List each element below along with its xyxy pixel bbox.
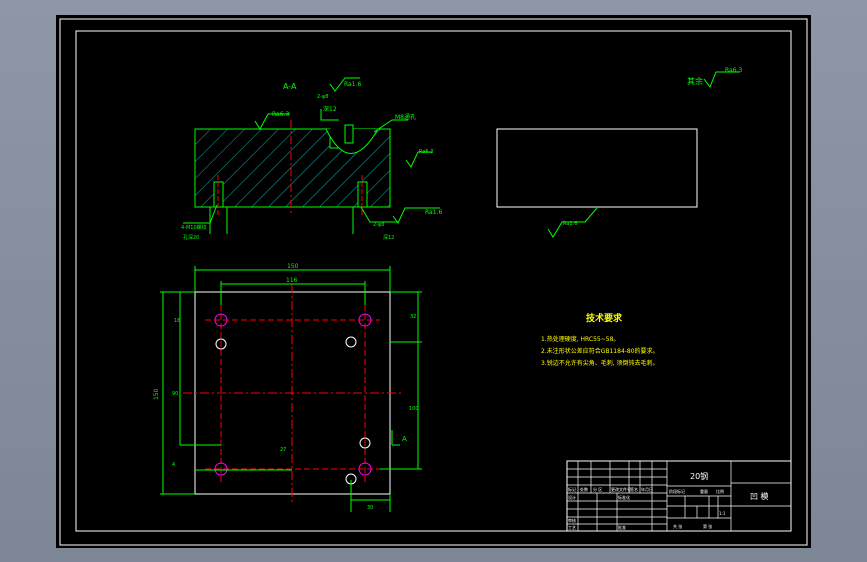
tb-signature: 签名 xyxy=(630,486,638,492)
dim-left-top: 16 xyxy=(174,318,180,324)
bolt-depth-note: 孔深20 xyxy=(183,234,199,241)
tech-req-title: 技术要求 xyxy=(586,312,623,324)
tb-review: 审核 xyxy=(568,517,576,523)
counterbore-depth-note: 深12 xyxy=(383,234,394,241)
cad-drawing-canvas: A-A 2-φ8 深12 M8通孔 4-M10螺纹 孔深20 2-φ8 深12 … xyxy=(56,15,811,548)
tech-req-item-1: 1.热处理硬度, HRC55~58。 xyxy=(541,335,619,343)
side-view-roughness-text: Ra1.6 xyxy=(563,221,577,227)
bolt-holes-note: 4-M10螺纹 xyxy=(181,224,207,231)
roughness-left-text: Ra6.3 xyxy=(272,111,289,118)
tb-zone: 分 区 xyxy=(593,486,602,492)
title-part-name: 凹 模 xyxy=(750,491,769,501)
section-mark-a: A xyxy=(402,435,407,443)
tb-scale-value: 1:1 xyxy=(719,511,726,516)
tb-design: 设计 xyxy=(568,494,576,500)
dim-overall-height: 150 xyxy=(153,388,160,400)
dim-left-small: 4 xyxy=(172,462,175,468)
dim-left-mid: 90 xyxy=(172,391,178,397)
thread-note: M8通孔 xyxy=(395,113,416,121)
section-label: A-A xyxy=(283,82,297,91)
roughness-top-text: Ra1.6 xyxy=(344,81,361,88)
pin-depth-note: 深12 xyxy=(323,105,337,113)
dim-right-top: 32 xyxy=(410,314,416,320)
dim-right-mid: 100 xyxy=(409,406,419,412)
pin-slot xyxy=(344,124,354,144)
other-note: 其余 xyxy=(687,76,703,86)
roughness-right-text: Ra6.3 xyxy=(419,149,433,155)
dim-overall-width: 150 xyxy=(287,263,299,270)
dim-hole-spacing-x: 116 xyxy=(286,277,298,284)
roughness-bottom-text: Ra1.6 xyxy=(425,209,442,216)
tb-process: 工艺 xyxy=(568,525,576,530)
dim-bottom-offset: 27 xyxy=(280,447,286,453)
tb-approve: 批准 xyxy=(618,524,626,530)
tb-weight: 重量 xyxy=(700,488,708,494)
tech-req-item-2: 2.未注形状公差应符合GB1184-80的要求。 xyxy=(541,347,659,355)
title-material: 20钢 xyxy=(690,471,708,481)
tb-scale: 比例 xyxy=(716,488,724,494)
tb-stage-mark: 阶段标记 xyxy=(669,488,685,494)
tb-sheet-no: 第 张 xyxy=(703,523,712,529)
tb-mark: 标记 xyxy=(568,486,576,492)
tech-req-item-3: 3.锐边不允许有尖角、毛刺, 须倒钝去毛刺。 xyxy=(541,359,659,367)
tb-date: 年月日 xyxy=(641,486,653,492)
drawing-background xyxy=(56,15,811,548)
tb-count: 处数 xyxy=(580,486,588,492)
tb-standard: 标准化 xyxy=(618,494,630,500)
dim-bottom-right: 30 xyxy=(367,505,373,511)
counterbore-note: 2-φ8 xyxy=(373,222,384,228)
pin-hole-note: 2-φ8 xyxy=(317,94,328,100)
tb-change-doc: 更改文件号 xyxy=(611,486,631,492)
general-roughness-text: Ra6.3 xyxy=(725,67,742,74)
tb-sheet-total: 共 张 xyxy=(673,523,682,529)
